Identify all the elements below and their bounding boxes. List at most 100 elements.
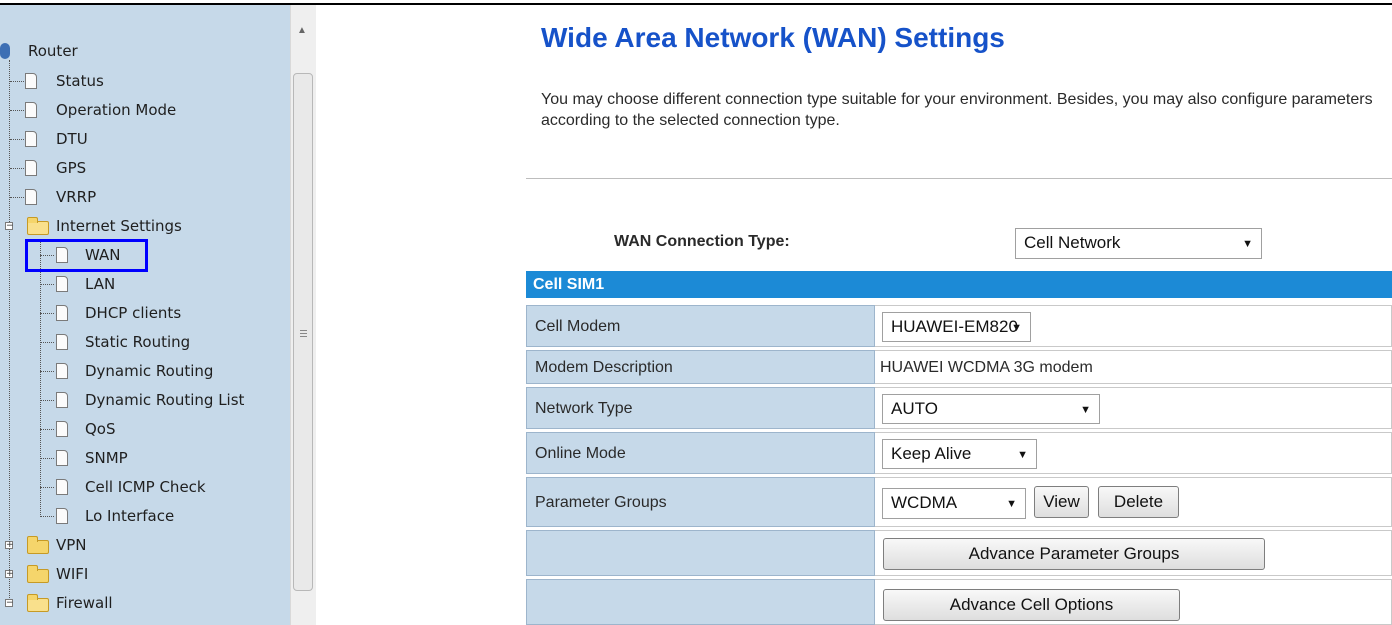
tree-connector: [40, 458, 54, 459]
online-mode-select[interactable]: Keep Alive ▼: [882, 439, 1037, 469]
document-icon: [25, 102, 37, 118]
network-type-select[interactable]: AUTO ▼: [882, 394, 1100, 424]
tree-connector: [40, 313, 54, 314]
tree-connector: [10, 168, 24, 169]
chevron-down-icon: ▼: [1242, 238, 1253, 250]
folder-icon: [27, 536, 49, 554]
row-value-cell: Advance Cell Options: [875, 579, 1392, 625]
select-value: AUTO: [891, 399, 938, 418]
sidebar-item-snmp[interactable]: SNMP: [40, 448, 280, 468]
sidebar-item-label: Router: [28, 42, 78, 60]
selection-highlight: [25, 239, 148, 272]
collapse-icon[interactable]: −: [5, 222, 14, 231]
folder-icon: [27, 565, 49, 583]
row-label: Modem Description: [526, 350, 875, 384]
sidebar-item-label: Dynamic Routing List: [85, 391, 245, 409]
row-value-cell: HUAWEI-EM820 ▼: [875, 305, 1392, 347]
wan-connection-type-select[interactable]: Cell Network ▼: [1015, 228, 1262, 259]
advance-parameter-groups-button[interactable]: Advance Parameter Groups: [883, 538, 1265, 570]
document-icon: [25, 189, 37, 205]
wan-connection-type-label: WAN Connection Type:: [614, 233, 790, 250]
view-button[interactable]: View: [1034, 486, 1089, 518]
sidebar-item-dynamic-routing-list[interactable]: Dynamic Routing List: [40, 390, 290, 410]
advance-cell-options-button[interactable]: Advance Cell Options: [883, 589, 1180, 621]
tree-connector: [40, 516, 54, 517]
router-icon: [0, 43, 10, 59]
section-header: Cell SIM1: [526, 271, 1392, 298]
sidebar-item-static-routing[interactable]: Static Routing: [40, 332, 280, 352]
grip-icon: [300, 330, 307, 331]
row-label-empty: [526, 579, 875, 625]
sidebar-item-label: QoS: [85, 420, 116, 438]
table-row: Parameter Groups WCDMA ▼ View Delete: [526, 477, 1392, 527]
sidebar-item-internet-settings[interactable]: − Internet Settings: [0, 216, 270, 236]
table-row: Online Mode Keep Alive ▼: [526, 432, 1392, 474]
sidebar-scrollbar[interactable]: ▲: [290, 5, 316, 625]
page-description: You may choose different connection type…: [541, 91, 1373, 129]
delete-button[interactable]: Delete: [1098, 486, 1179, 518]
sidebar-item-lan[interactable]: LAN: [40, 274, 280, 294]
sidebar-item-dhcp-clients[interactable]: DHCP clients: [40, 303, 280, 323]
collapse-icon[interactable]: −: [5, 599, 14, 608]
select-value: HUAWEI-EM820: [891, 317, 1018, 336]
sidebar-item-gps[interactable]: GPS: [10, 158, 270, 178]
sidebar-item-label: SNMP: [85, 449, 128, 467]
cell-modem-select[interactable]: HUAWEI-EM820 ▼: [882, 312, 1031, 342]
row-label-empty: [526, 530, 875, 576]
select-value: Keep Alive: [891, 444, 972, 463]
chevron-down-icon: ▼: [1006, 498, 1017, 510]
parameter-groups-select[interactable]: WCDMA ▼: [882, 488, 1026, 519]
document-icon: [25, 131, 37, 147]
sidebar-item-cell-icmp-check[interactable]: Cell ICMP Check: [40, 477, 280, 497]
sidebar-item-label: Internet Settings: [56, 217, 182, 235]
sidebar-item-label: Cell ICMP Check: [85, 478, 206, 496]
sidebar-item-vpn[interactable]: + VPN: [0, 535, 270, 555]
table-row: Cell Modem HUAWEI-EM820 ▼: [526, 305, 1392, 347]
expand-icon[interactable]: +: [5, 541, 14, 550]
sidebar-item-qos[interactable]: QoS: [40, 419, 280, 439]
sidebar-item-label: LAN: [85, 275, 116, 293]
row-value-cell: Advance Parameter Groups: [875, 530, 1392, 576]
sidebar-item-label: VPN: [56, 536, 87, 554]
sidebar-item-dtu[interactable]: DTU: [10, 129, 270, 149]
sidebar-item-label: DHCP clients: [85, 304, 182, 322]
tree-connector: [40, 429, 54, 430]
page-title: Wide Area Network (WAN) Settings: [541, 22, 1005, 53]
nav-tree: Router Status Operation Mode DTU GPS VRR…: [0, 5, 290, 625]
sidebar-item-dynamic-routing[interactable]: Dynamic Routing: [40, 361, 280, 381]
folder-open-icon: [27, 594, 49, 612]
row-label: Parameter Groups: [526, 477, 875, 527]
document-icon: [56, 392, 68, 408]
sidebar-item-label: GPS: [56, 159, 87, 177]
sidebar-item-status[interactable]: Status: [10, 71, 270, 91]
sidebar-item-label: Lo Interface: [85, 507, 175, 525]
sidebar-item-lo-interface[interactable]: Lo Interface: [40, 506, 280, 526]
expand-icon[interactable]: +: [5, 570, 14, 579]
sidebar-item-operation-mode[interactable]: Operation Mode: [10, 100, 270, 120]
sidebar-item-router[interactable]: Router: [0, 41, 200, 61]
row-label: Online Mode: [526, 432, 875, 474]
table-row: Advance Cell Options: [526, 579, 1392, 625]
row-label: Network Type: [526, 387, 875, 429]
folder-open-icon: [27, 217, 49, 235]
sidebar-item-vrrp[interactable]: VRRP: [10, 187, 270, 207]
tree-connector: [40, 342, 54, 343]
sidebar-item-label: Dynamic Routing: [85, 362, 214, 380]
scrollbar-thumb[interactable]: [293, 73, 313, 591]
tree-connector: [10, 197, 24, 198]
scroll-up-arrow-icon[interactable]: ▲: [297, 25, 307, 36]
document-icon: [56, 334, 68, 350]
chevron-down-icon: ▼: [1080, 404, 1091, 416]
tree-connector: [10, 110, 24, 111]
tree-connector: [40, 371, 54, 372]
table-row: Modem Description HUAWEI WCDMA 3G modem: [526, 350, 1392, 384]
document-icon: [56, 276, 68, 292]
chevron-down-icon: ▼: [1011, 322, 1022, 334]
sidebar-item-label: Operation Mode: [56, 101, 177, 119]
sidebar-item-wifi[interactable]: + WIFI: [0, 564, 270, 584]
chevron-down-icon: ▼: [1017, 449, 1028, 461]
sidebar-item-label: VRRP: [56, 188, 97, 206]
table-row: Network Type AUTO ▼: [526, 387, 1392, 429]
sidebar-item-firewall[interactable]: − Firewall: [0, 593, 270, 613]
sidebar-item-label: Firewall: [56, 594, 113, 612]
